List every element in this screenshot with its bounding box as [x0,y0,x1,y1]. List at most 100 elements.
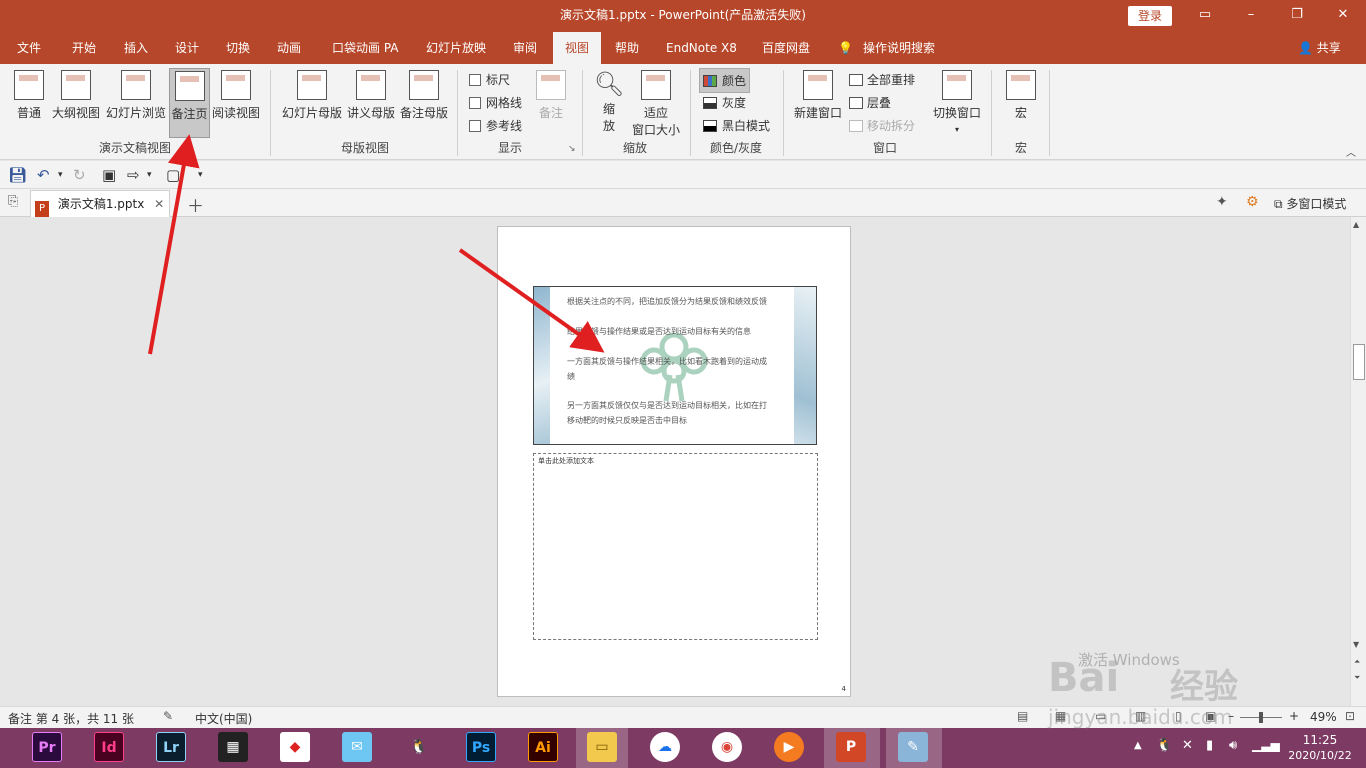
scroll-up-icon[interactable]: ▲ [1353,220,1359,229]
save-icon[interactable]: 💾︎ [8,165,27,185]
notes-placeholder-box[interactable]: 单击此处添加文本 [533,453,818,640]
redo-icon[interactable]: ↻ [73,165,86,185]
tab-list-icon[interactable]: ⎘ [8,194,18,209]
tray-volume-icon[interactable]: 🔊︎ [1229,738,1237,753]
cascade-button[interactable]: 层叠 [849,94,891,111]
new-tab-icon[interactable]: ＋ [187,192,204,217]
tab-help[interactable]: 帮助 [615,32,639,64]
language-indicator[interactable]: 中文(中国) [195,710,252,727]
chevron-down-icon[interactable]: ▾ [147,165,152,185]
tab-baidu-netdisk[interactable]: 百度网盘 [762,32,810,64]
outline-view-button[interactable]: 大纲视图 [50,68,102,136]
black-white-button[interactable]: 黑白模式 [703,117,770,134]
tab-transitions[interactable]: 切换 [226,32,250,64]
powerpoint-taskbar-icon[interactable]: P [836,732,866,762]
tray-expand-icon[interactable]: ▲ [1134,740,1142,751]
close-button[interactable]: ✕ [1320,0,1366,30]
tray-network-icon[interactable]: ✕ [1182,738,1193,753]
ribbon-display-icon[interactable]: ▭ [1182,0,1228,30]
color-button[interactable]: 颜色 [699,68,751,93]
clock-time[interactable]: 11:25 [1292,733,1348,747]
document-tab[interactable]: P 演示文稿1.pptx ✕ [30,190,170,217]
fit-to-window-button[interactable]: 适应 窗口大小 [630,68,682,137]
switch-window-button[interactable]: 切换窗口 ▾ [931,68,983,136]
tab-review[interactable]: 审阅 [513,32,537,64]
group-separator [783,70,784,156]
powerpoint-file-icon: P [35,201,49,217]
baidu-netdisk-icon[interactable]: ☁ [650,732,680,762]
black-white-label: 黑白模式 [722,119,771,133]
illustrator-icon[interactable]: Ai [528,732,558,762]
group-label-show: 显示 [497,141,522,155]
close-icon[interactable]: ✕ [154,197,164,211]
slide-sorter-button[interactable]: 幻灯片浏览 [104,68,168,136]
customize-qat-icon[interactable]: ▾ [198,165,203,185]
multi-window-button[interactable]: ⧉ 多窗口模式 [1274,195,1346,212]
scrollbar-thumb[interactable] [1353,344,1365,380]
tab-view[interactable]: 视图 [553,32,601,64]
tell-me-search[interactable]: 💡 操作说明搜索 [838,32,935,64]
slide-thumbnail[interactable]: 根据关注点的不同，把追加反馈分为结果反馈和绩效反馈 结果反馈与操作结果或是否达到… [533,286,817,445]
file-explorer-icon[interactable]: ▭ [587,732,617,762]
notepad-icon[interactable]: ✎ [898,732,928,762]
minimize-button[interactable]: – [1228,0,1274,30]
spellcheck-icon[interactable]: ✎ [163,709,173,723]
chrome-icon[interactable]: ◉ [712,732,742,762]
notes-master-button[interactable]: 备注母版 [398,68,450,136]
handout-master-button[interactable]: 讲义母版 [345,68,397,136]
tray-battery-icon[interactable]: ▮ [1206,738,1213,753]
notes-master-label: 备注母版 [399,106,448,120]
indesign-icon[interactable]: Id [94,732,124,762]
arrange-all-label: 全部重排 [867,73,916,87]
slide-sorter-icon [121,70,151,100]
ruler-checkbox[interactable]: 标尺 [469,71,510,88]
tab-insert[interactable]: 插入 [124,32,148,64]
tab-slideshow[interactable]: 幻灯片放映 [426,32,486,64]
login-button[interactable]: 登录 [1128,6,1172,26]
start-slideshow-icon[interactable]: ▣ [102,165,116,185]
notes-pane-button[interactable]: 备注 [533,68,569,136]
presenter-icon[interactable]: ⇨ [127,165,140,185]
tab-design[interactable]: 设计 [175,32,199,64]
new-file-icon[interactable]: ▢ [166,165,180,185]
new-window-button[interactable]: 新建窗口 [792,68,844,136]
collapse-ribbon-icon[interactable]: ︿ [1346,144,1356,159]
restore-button[interactable]: ❐ [1274,0,1320,30]
zoom-button[interactable]: 🔍︎ 缩 放 [590,68,628,136]
notes-page-button[interactable]: 备注页 [169,68,210,138]
browser-alt-icon[interactable]: ◆ [280,732,310,762]
media-player-icon[interactable]: ▶ [774,732,804,762]
messenger-icon[interactable]: ✉ [342,732,372,762]
outline-view-label: 大纲视图 [51,106,100,120]
photoshop-icon[interactable]: Ps [466,732,496,762]
lightroom-icon[interactable]: Lr [156,732,186,762]
tab-home[interactable]: 开始 [72,32,96,64]
move-split-button[interactable]: 移动拆分 [849,117,915,134]
tab-file[interactable]: 文件 [17,32,41,64]
arrange-all-button[interactable]: 全部重排 [849,71,915,88]
tab-endnote[interactable]: EndNote X8 [666,32,737,64]
video-editor-icon[interactable]: ▦ [218,732,248,762]
gridlines-checkbox[interactable]: 网格线 [469,94,522,111]
grayscale-button[interactable]: 灰度 [703,94,746,111]
share-button[interactable]: 👤 共享 [1298,32,1341,64]
notes-page: 根据关注点的不同，把追加反馈分为结果反馈和绩效反馈 结果反馈与操作结果或是否达到… [497,226,851,697]
gear-icon[interactable]: ⚙ [1246,194,1259,210]
tab-pocket-animation[interactable]: 口袋动画 PA [332,32,399,64]
reading-view-button[interactable]: 阅读视图 [211,68,261,136]
macros-button[interactable]: 宏 [1002,68,1040,136]
premiere-icon[interactable]: Pr [32,732,62,762]
slide-master-button[interactable]: 幻灯片母版 [280,68,344,136]
group-label-presentation-views: 演示文稿视图 [98,141,171,155]
undo-icon[interactable]: ↶ [37,165,50,185]
chevron-down-icon[interactable]: ▾ [58,165,63,185]
normal-view-button[interactable]: 普通 [10,68,48,136]
tray-signal-icon[interactable]: ▁▃▅ [1252,738,1280,752]
wand-icon[interactable]: ✦ [1216,194,1228,210]
tray-qq-icon[interactable]: 🐧 [1156,738,1172,753]
qq-icon[interactable]: 🐧 [404,732,434,762]
clock-date[interactable]: 2020/10/22 [1280,749,1360,762]
tab-animations[interactable]: 动画 [277,32,301,64]
dialog-launcher-icon[interactable]: ↘ [568,144,576,154]
guides-checkbox[interactable]: 参考线 [469,117,522,134]
